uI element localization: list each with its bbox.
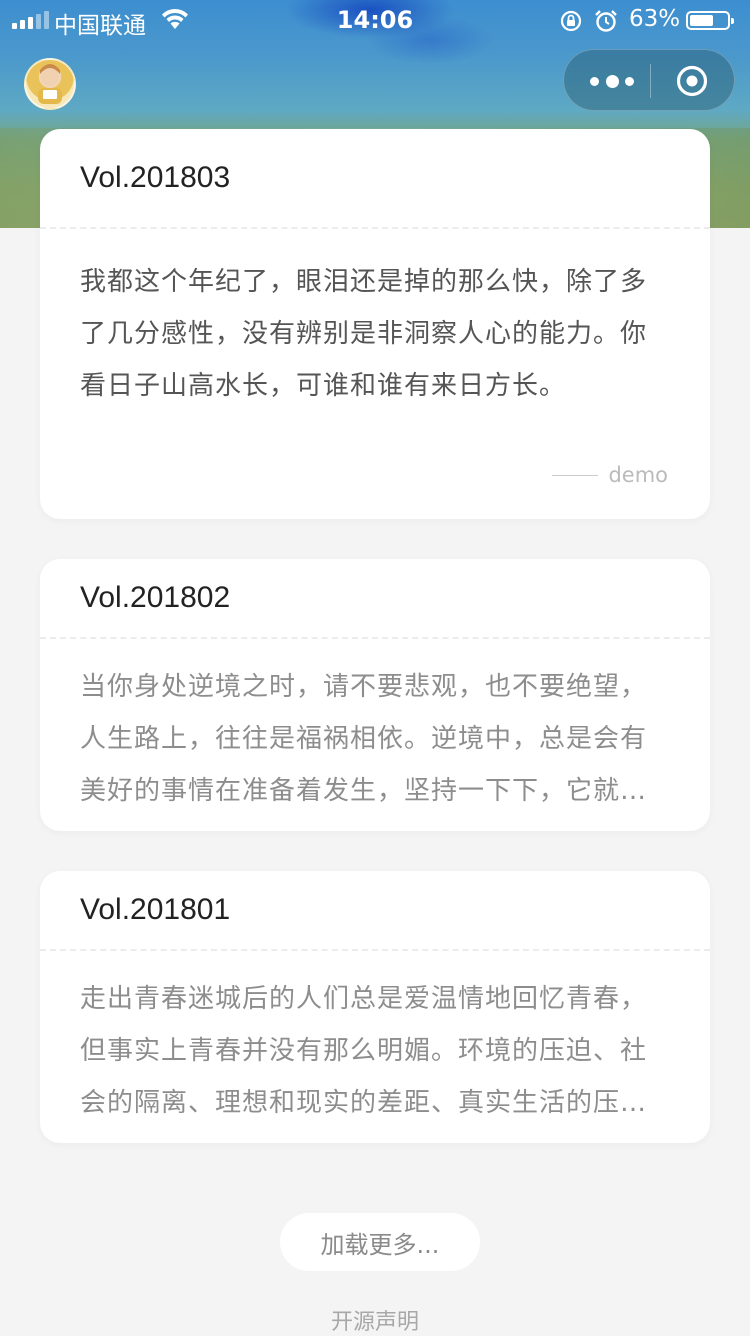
card-title: Vol.201801 bbox=[80, 893, 231, 926]
mini-program-capsule bbox=[563, 49, 735, 111]
rotation-lock-icon bbox=[560, 10, 582, 32]
battery-percent: 63% bbox=[629, 6, 681, 32]
article-card[interactable]: Vol.201801 走出青春迷城后的人们总是爱温情地回忆青春，但事实上青春并没… bbox=[40, 871, 710, 1143]
status-bar: 中国联通 14:06 63% bbox=[0, 0, 750, 40]
card-body: 我都这个年纪了，眼泪还是掉的那么快，除了多了几分感性，没有辨别是非洞察人心的能力… bbox=[40, 229, 710, 412]
card-text: 我都这个年纪了，眼泪还是掉的那么快，除了多了几分感性，没有辨别是非洞察人心的能力… bbox=[80, 267, 648, 401]
card-author: demo bbox=[608, 463, 668, 487]
card-title: Vol.201802 bbox=[80, 581, 231, 614]
card-text: 当你身处逆境之时，请不要悲观，也不要绝望，人生路上，往往是福祸相依。逆境中，总是… bbox=[80, 672, 648, 806]
card-header: Vol.201802 bbox=[40, 559, 710, 639]
more-dots-icon[interactable] bbox=[590, 50, 634, 112]
battery-icon bbox=[686, 11, 734, 30]
card-signature: demo bbox=[552, 463, 668, 487]
signature-dash bbox=[552, 474, 599, 476]
avatar-image bbox=[38, 64, 62, 104]
article-card[interactable]: Vol.201802 当你身处逆境之时，请不要悲观，也不要绝望，人生路上，往往是… bbox=[40, 559, 710, 831]
card-title: Vol.201803 bbox=[80, 161, 231, 194]
alarm-icon bbox=[595, 10, 617, 32]
card-header: Vol.201801 bbox=[40, 871, 710, 951]
open-source-notice-link[interactable]: 开源声明 bbox=[0, 1304, 750, 1336]
battery-level bbox=[690, 15, 713, 26]
user-avatar[interactable] bbox=[24, 58, 76, 110]
card-body: 当你身处逆境之时，请不要悲观，也不要绝望，人生路上，往往是福祸相依。逆境中，总是… bbox=[40, 639, 710, 817]
card-text: 走出青春迷城后的人们总是爱温情地回忆青春，但事实上青春并没有那么明媚。环境的压迫… bbox=[80, 984, 648, 1118]
card-body: 走出青春迷城后的人们总是爱温情地回忆青春，但事实上青春并没有那么明媚。环境的压迫… bbox=[40, 951, 710, 1129]
article-card[interactable]: Vol.201803 我都这个年纪了，眼泪还是掉的那么快，除了多了几分感性，没有… bbox=[40, 129, 710, 519]
capsule-divider bbox=[650, 64, 651, 98]
target-circle-icon[interactable] bbox=[676, 65, 708, 97]
card-header: Vol.201803 bbox=[40, 129, 710, 229]
load-more-button[interactable]: 加载更多... bbox=[280, 1213, 480, 1271]
